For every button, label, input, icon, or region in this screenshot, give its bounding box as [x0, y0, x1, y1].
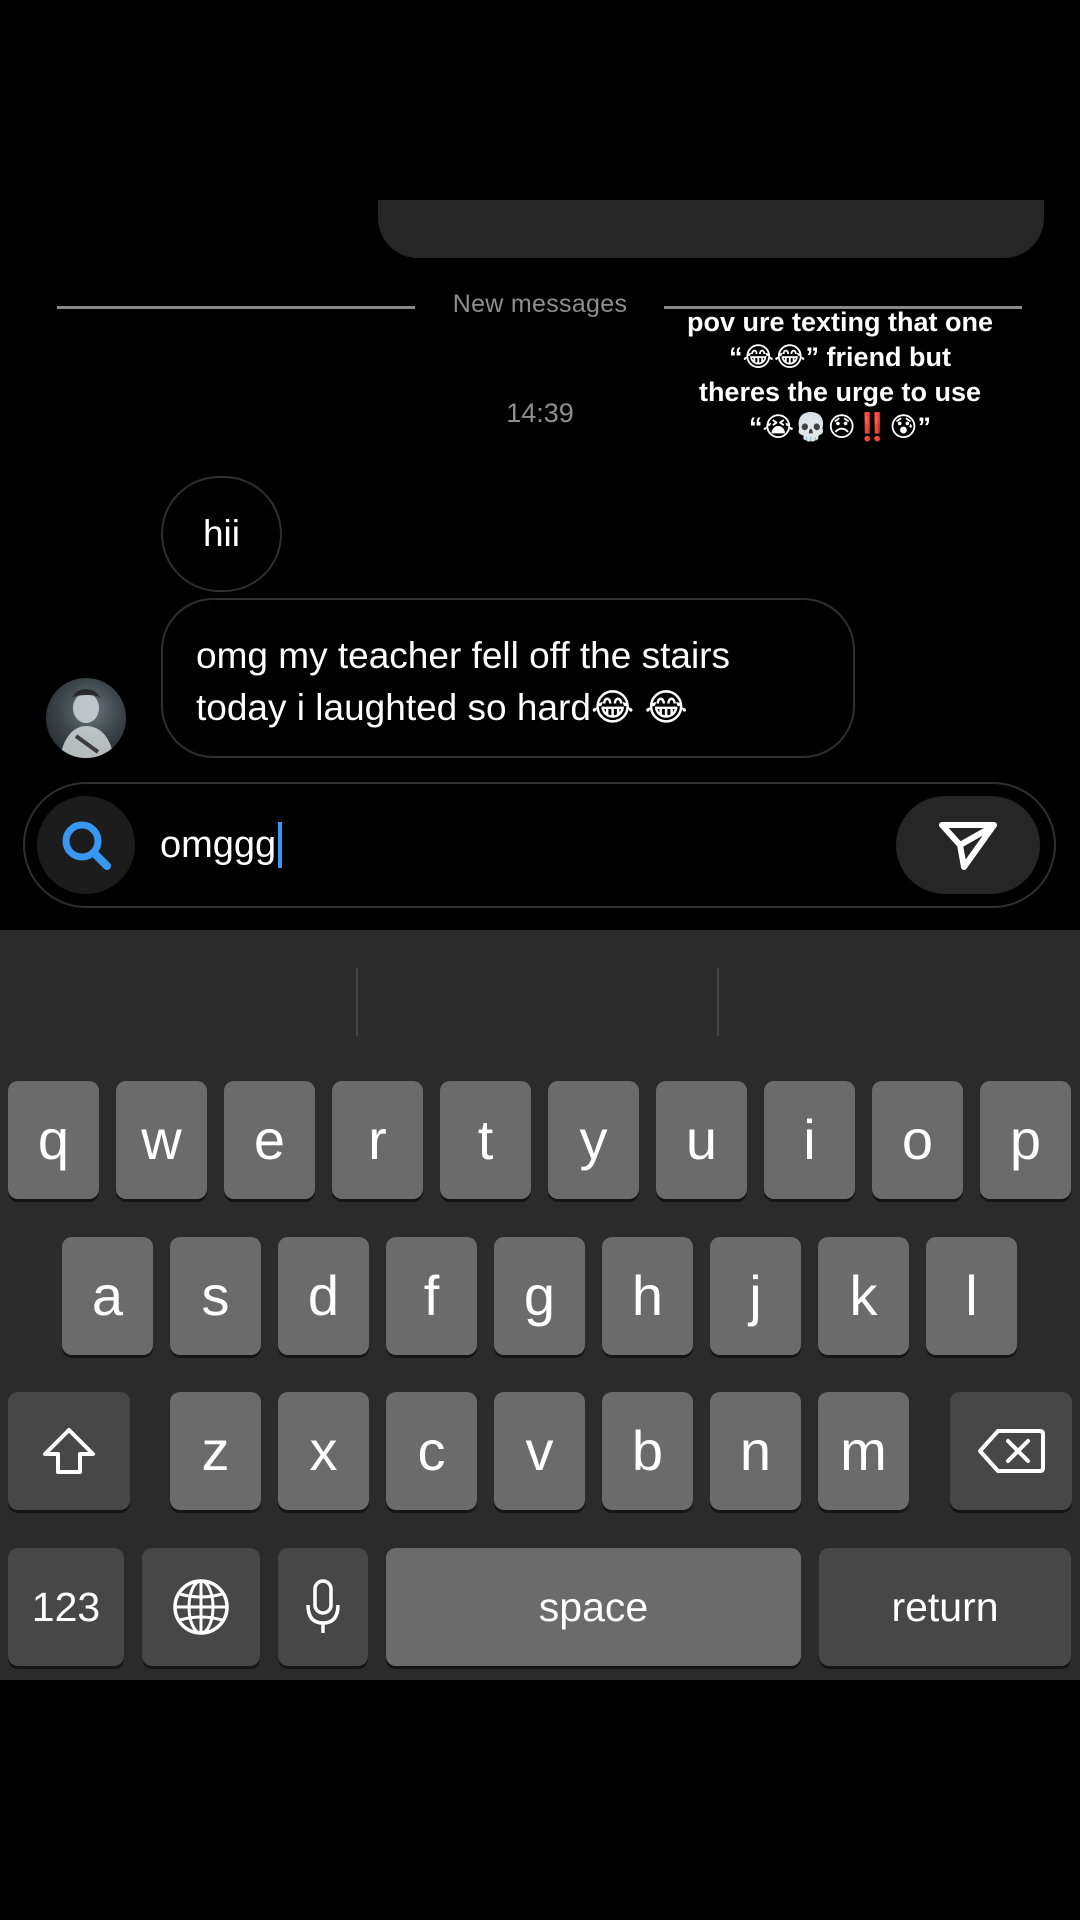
key-b[interactable]: b	[602, 1392, 693, 1510]
key-label: u	[685, 1108, 718, 1171]
key-z[interactable]: z	[170, 1392, 261, 1510]
key-h[interactable]: h	[602, 1237, 693, 1355]
incoming-message-bubble[interactable]: omg my teacher fell off the stairs today…	[161, 598, 855, 758]
key-f[interactable]: f	[386, 1237, 477, 1355]
message-text-line: today i laughted so hard😂 😂	[196, 687, 688, 728]
key-label: k	[849, 1264, 878, 1327]
key-label: c	[417, 1419, 446, 1482]
key-a[interactable]: a	[62, 1237, 153, 1355]
search-button[interactable]	[37, 796, 135, 894]
caption-line: “😭💀😞‼️😰”	[748, 412, 932, 442]
key-label: p	[1009, 1108, 1042, 1171]
key-k[interactable]: k	[818, 1237, 909, 1355]
key-label: d	[307, 1264, 340, 1327]
previous-message-bubble[interactable]	[378, 200, 1044, 258]
key-label: x	[309, 1419, 338, 1482]
key-n[interactable]: n	[710, 1392, 801, 1510]
text-caret	[278, 822, 283, 868]
key-s[interactable]: s	[170, 1237, 261, 1355]
key-m[interactable]: m	[818, 1392, 909, 1510]
key-label: q	[37, 1108, 70, 1171]
numbers-key[interactable]: 123	[8, 1548, 124, 1666]
backspace-icon	[978, 1429, 1045, 1473]
backspace-key[interactable]	[950, 1392, 1072, 1510]
return-key[interactable]: return	[819, 1548, 1071, 1666]
key-y[interactable]: y	[548, 1081, 639, 1199]
key-d[interactable]: d	[278, 1237, 369, 1355]
key-label: n	[739, 1419, 772, 1482]
search-icon	[62, 821, 111, 870]
message-input[interactable]: omggg	[160, 820, 283, 870]
key-p[interactable]: p	[980, 1081, 1071, 1199]
key-label: w	[141, 1108, 182, 1171]
suggestion-separator	[356, 968, 358, 1036]
message-text-line: omg my teacher fell off the stairs	[196, 635, 730, 676]
key-t[interactable]: t	[440, 1081, 531, 1199]
shift-icon	[43, 1428, 95, 1474]
key-label: v	[525, 1419, 554, 1482]
microphone-key[interactable]	[278, 1548, 368, 1666]
key-q[interactable]: q	[8, 1081, 99, 1199]
globe-icon	[173, 1579, 229, 1635]
message-composer: omggg	[23, 782, 1056, 908]
key-label: 123	[31, 1583, 101, 1630]
key-l[interactable]: l	[926, 1237, 1017, 1355]
globe-key[interactable]	[142, 1548, 260, 1666]
message-text: hii	[202, 513, 241, 554]
key-label: j	[749, 1264, 762, 1327]
space-key[interactable]: space	[386, 1548, 801, 1666]
key-label: h	[631, 1264, 664, 1327]
key-label: a	[91, 1264, 124, 1327]
dm-screen: New messages 14:39 pov ure texting that …	[0, 0, 1080, 1920]
key-label: s	[201, 1264, 230, 1327]
key-label: e	[253, 1108, 286, 1171]
key-label: y	[579, 1108, 608, 1171]
key-u[interactable]: u	[656, 1081, 747, 1199]
send-icon	[939, 822, 997, 870]
key-label: m	[840, 1419, 887, 1482]
sender-avatar[interactable]	[46, 678, 126, 758]
message-input-value: omggg	[160, 824, 277, 866]
key-label: return	[891, 1583, 999, 1630]
caption-line: theres the urge to use	[698, 377, 982, 407]
key-x[interactable]: x	[278, 1392, 369, 1510]
key-label: r	[368, 1108, 387, 1171]
send-button[interactable]	[896, 796, 1040, 894]
shift-key[interactable]	[8, 1392, 130, 1510]
key-v[interactable]: v	[494, 1392, 585, 1510]
incoming-message-bubble[interactable]: hii	[161, 476, 282, 592]
key-label: o	[901, 1108, 934, 1171]
key-j[interactable]: j	[710, 1237, 801, 1355]
overlay-caption: pov ure texting that one “😂😂” friend but…	[655, 305, 1025, 445]
key-g[interactable]: g	[494, 1237, 585, 1355]
key-label: z	[201, 1419, 230, 1482]
bottom-bar	[0, 1680, 1080, 1920]
caption-line: “😂😂” friend but	[728, 342, 952, 372]
key-label: i	[803, 1108, 816, 1171]
key-i[interactable]: i	[764, 1081, 855, 1199]
key-label: l	[965, 1264, 978, 1327]
key-label: f	[423, 1264, 440, 1327]
key-w[interactable]: w	[116, 1081, 207, 1199]
key-c[interactable]: c	[386, 1392, 477, 1510]
microphone-icon	[306, 1579, 340, 1633]
key-r[interactable]: r	[332, 1081, 423, 1199]
key-e[interactable]: e	[224, 1081, 315, 1199]
key-label: space	[538, 1583, 649, 1630]
key-label: t	[477, 1108, 494, 1171]
key-label: b	[631, 1419, 664, 1482]
suggestion-separator	[717, 968, 719, 1036]
caption-line: pov ure texting that one	[686, 307, 994, 337]
key-label: g	[523, 1264, 556, 1327]
key-o[interactable]: o	[872, 1081, 963, 1199]
